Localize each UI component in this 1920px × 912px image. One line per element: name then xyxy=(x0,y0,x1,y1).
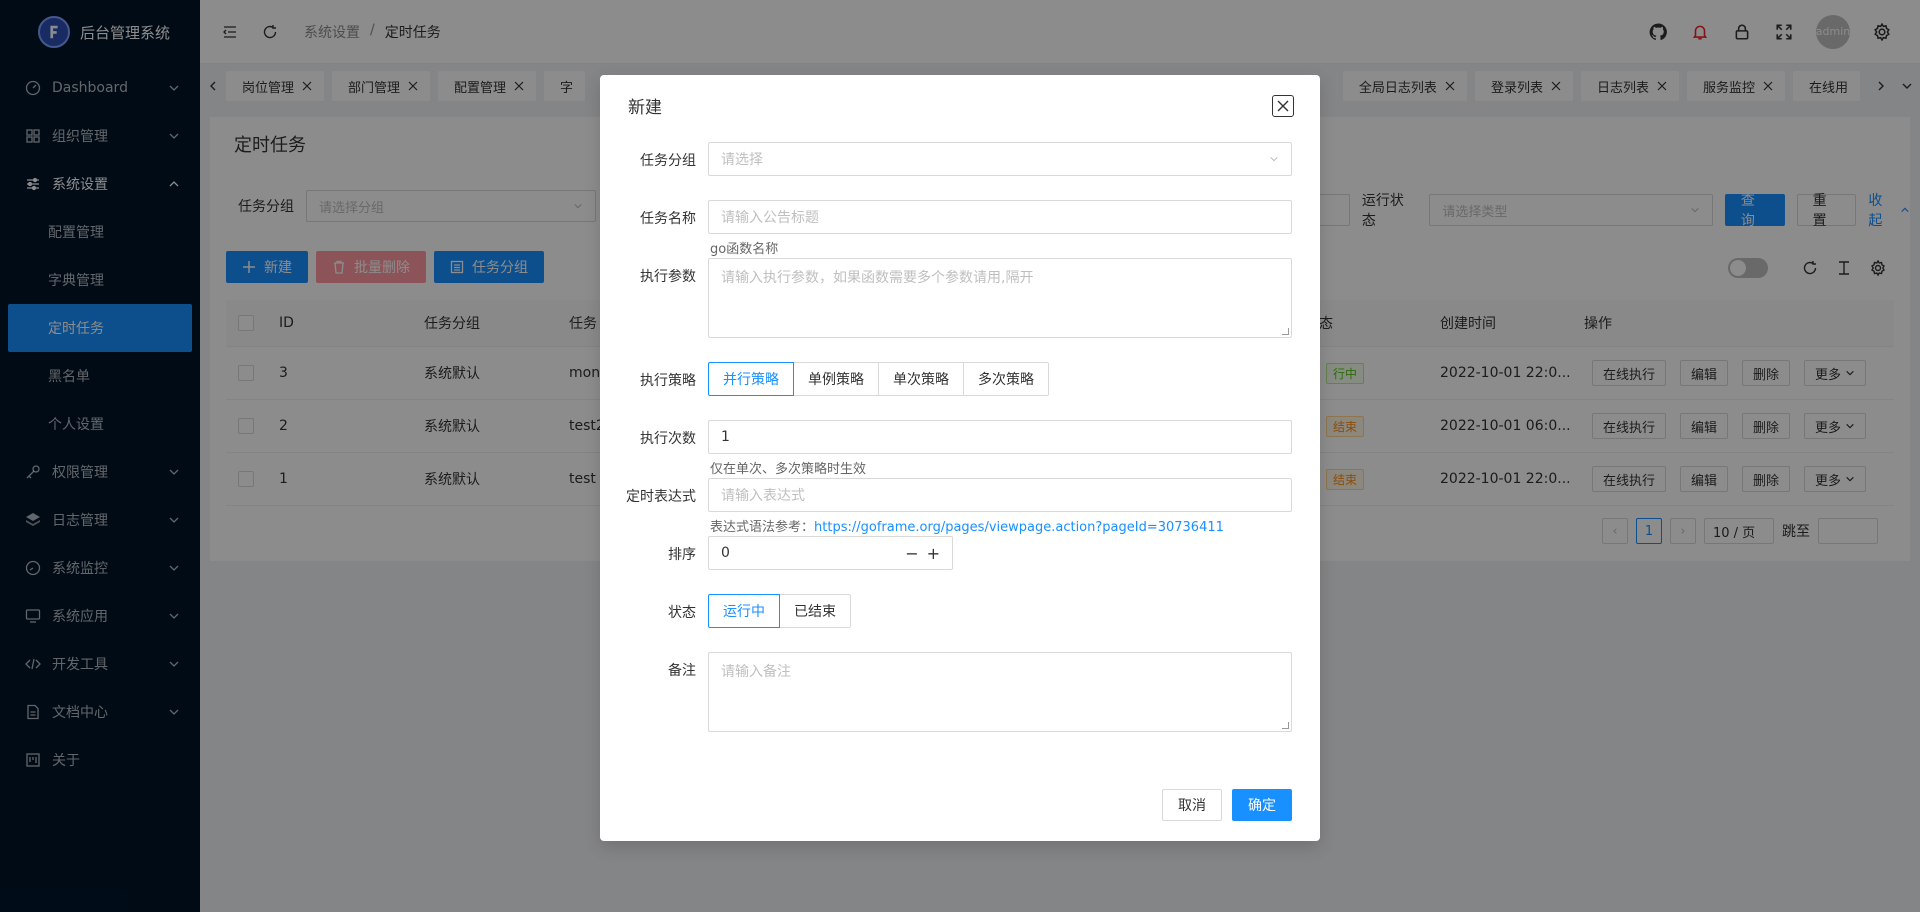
form-label: 执行策略 xyxy=(640,373,696,389)
input-placeholder: 请输入执行参数，如果函数需要多个参数请用,隔开 xyxy=(721,270,1034,286)
form-label: 状态 xyxy=(668,605,696,621)
stepper-value: 0 xyxy=(721,545,730,561)
input-placeholder: 请输入备注 xyxy=(721,664,791,680)
field-hint: go函数名称 xyxy=(710,242,779,257)
status-option-ended[interactable]: 已结束 xyxy=(779,594,851,628)
task-name-input[interactable]: 请输入公告标题 xyxy=(708,200,1292,234)
select-placeholder: 请选择 xyxy=(721,152,763,168)
confirm-button[interactable]: 确定 xyxy=(1232,789,1292,821)
minus-icon[interactable]: − xyxy=(905,544,918,563)
sort-stepper[interactable]: 0 − + xyxy=(708,536,953,570)
close-icon[interactable] xyxy=(1272,95,1294,117)
policy-option-singleton[interactable]: 单例策略 xyxy=(793,362,879,396)
form-label: 排序 xyxy=(668,547,696,563)
status-radio-group: 运行中 已结束 xyxy=(708,594,1292,628)
cron-doc-link[interactable]: https://goframe.org/pages/viewpage.actio… xyxy=(814,520,1224,535)
input-placeholder: 请输入表达式 xyxy=(721,488,805,504)
modal-footer: 取消 确定 xyxy=(1162,789,1292,821)
cancel-button[interactable]: 取消 xyxy=(1162,789,1222,821)
input-placeholder: 请输入公告标题 xyxy=(721,210,819,226)
form-label: 任务名称 xyxy=(640,211,696,227)
plus-icon[interactable]: + xyxy=(927,544,940,563)
field-hint: 仅在单次、多次策略时生效 xyxy=(710,462,867,477)
remark-textarea[interactable]: 请输入备注 xyxy=(708,652,1292,732)
input-value: 1 xyxy=(721,429,730,445)
policy-radio-group: 并行策略 单例策略 单次策略 多次策略 xyxy=(708,362,1292,396)
form-label: 执行参数 xyxy=(640,269,696,285)
form-label: 执行次数 xyxy=(640,431,696,447)
exec-count-input[interactable]: 1 xyxy=(708,420,1292,454)
status-option-running[interactable]: 运行中 xyxy=(708,594,780,628)
form-label: 备注 xyxy=(668,663,696,679)
form-label: 任务分组 xyxy=(640,153,696,169)
create-task-modal: 新建 任务分组 请选择 任务名称 请输入公告标题 go函数名称 执行参数 请输入… xyxy=(600,75,1320,841)
form-label: 定时表达式 xyxy=(626,489,696,505)
hint-prefix: 表达式语法参考： xyxy=(710,520,815,535)
field-hint: 表达式语法参考：https://goframe.org/pages/viewpa… xyxy=(708,516,1292,535)
cron-expression-input[interactable]: 请输入表达式 xyxy=(708,478,1292,512)
chevron-down-icon xyxy=(1270,156,1278,162)
policy-option-once[interactable]: 单次策略 xyxy=(878,362,964,396)
params-textarea[interactable]: 请输入执行参数，如果函数需要多个参数请用,隔开 xyxy=(708,258,1292,338)
modal-title: 新建 xyxy=(628,98,662,118)
policy-option-times[interactable]: 多次策略 xyxy=(963,362,1049,396)
policy-option-parallel[interactable]: 并行策略 xyxy=(708,362,794,396)
group-select[interactable]: 请选择 xyxy=(708,142,1292,176)
